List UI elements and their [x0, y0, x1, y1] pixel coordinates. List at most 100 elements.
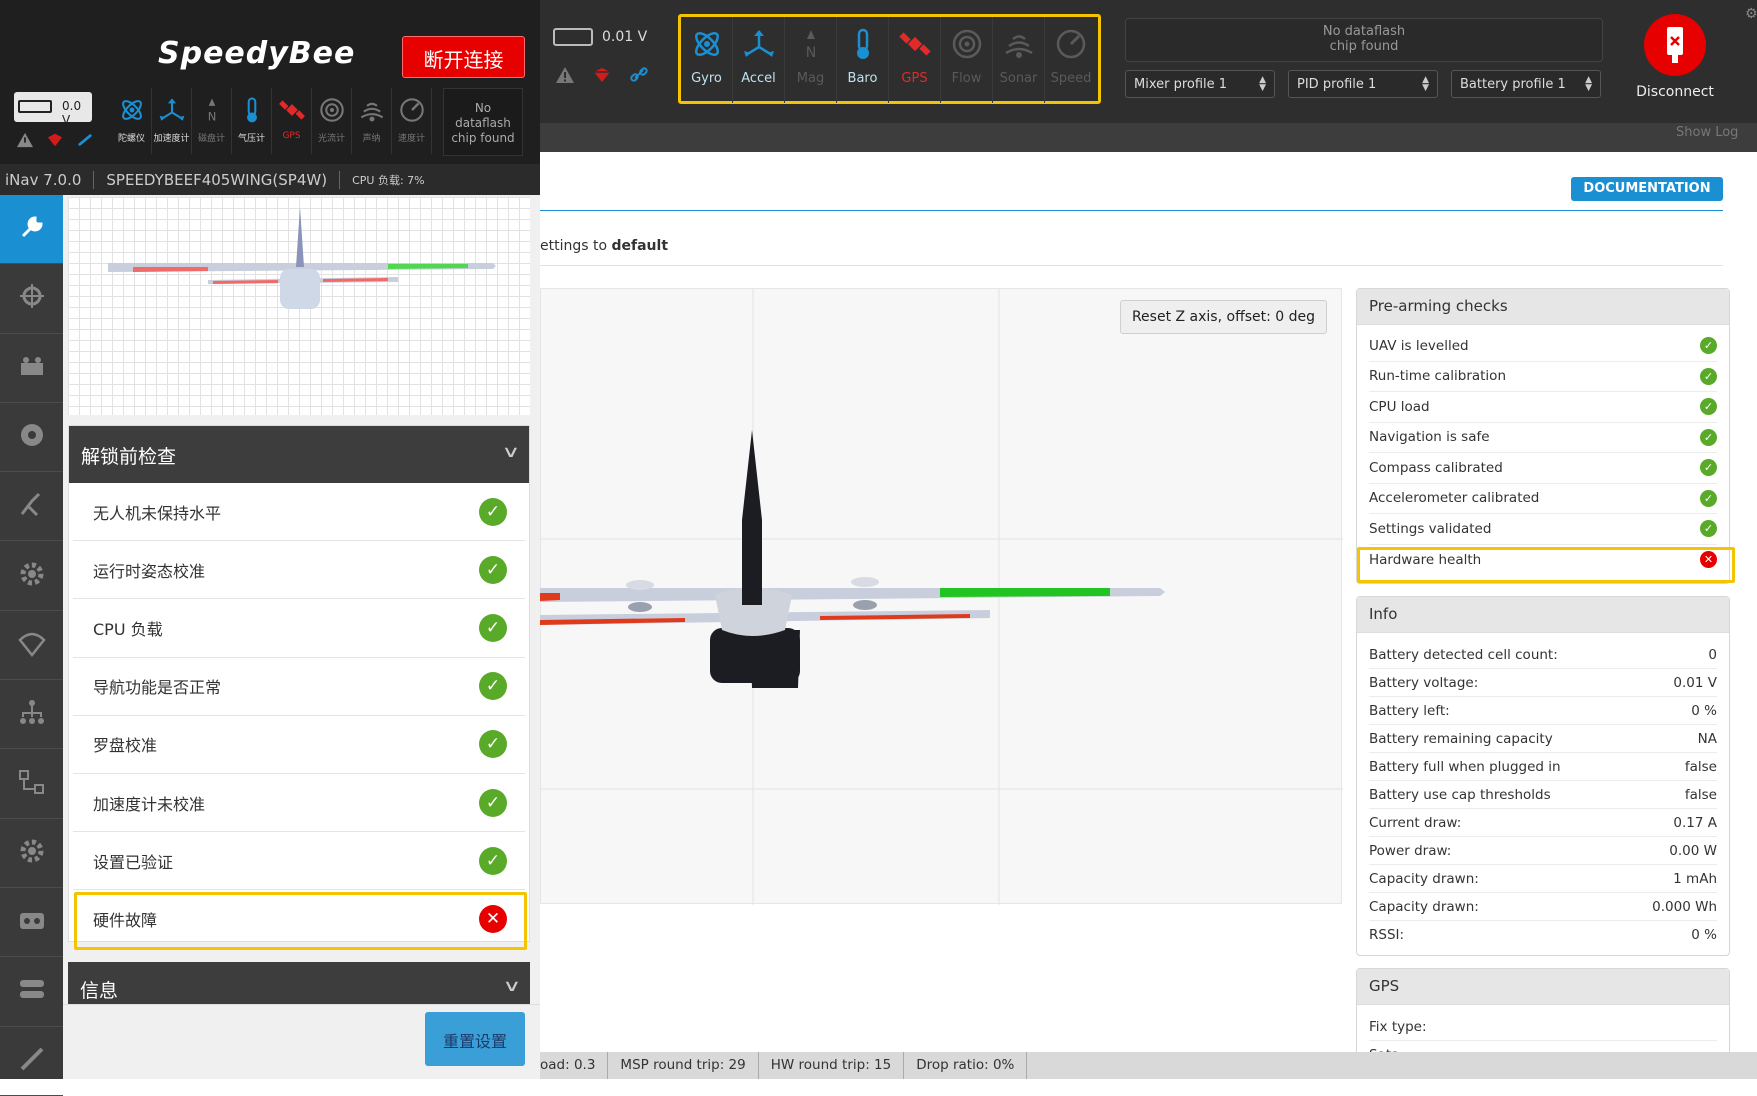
reset-z-axis-button[interactable]: Reset Z axis, offset: 0 deg — [1120, 300, 1327, 334]
prearm-check-label: Compass calibrated — [1369, 459, 1503, 476]
sidebar-item[interactable] — [0, 819, 63, 888]
outputs-icon — [17, 767, 47, 801]
sensor-sonar: Sonar — [993, 17, 1045, 103]
aircraft-model — [540, 430, 1165, 688]
cn-prearm-check-row: CPU 负载 ✓ — [73, 599, 525, 658]
info-row: Battery detected cell count: 0 — [1369, 641, 1717, 669]
info-label: Battery remaining capacity — [1369, 730, 1553, 747]
armed-status-icon — [47, 133, 63, 147]
check-ok-icon: ✓ — [1700, 520, 1717, 538]
check-ok-icon: ✓ — [479, 555, 507, 584]
cn-battery-voltage: 0.0 V — [62, 99, 82, 127]
chevron-down-icon: ∨ — [501, 442, 521, 461]
prearm-check-label: UAV is levelled — [1369, 337, 1469, 354]
cn-version-bar: iNav 7.0.0 SPEEDYBEEF405WING(SP4W) CPU 负… — [0, 164, 540, 195]
info-value: false — [1684, 786, 1717, 803]
cn-sensor-label: 速度计 — [397, 134, 425, 144]
info-value: 0 % — [1691, 927, 1717, 943]
cn-prearm-check-row: 罗盘校准 ✓ — [73, 716, 525, 774]
check-ok-icon: ✓ — [479, 672, 507, 701]
cn-sensor-5: 光流计 — [312, 88, 352, 154]
pid-profile-select[interactable]: PID profile 1 ▲ ▼ — [1288, 70, 1438, 98]
cn-board-name: SPEEDYBEEF405WING(SP4W) — [94, 170, 341, 189]
sidebar-item[interactable] — [0, 749, 63, 819]
documentation-button[interactable]: DOCUMENTATION — [1571, 177, 1723, 201]
sidebar-item[interactable] — [0, 403, 63, 473]
prearm-check-label: Run-time calibration — [1369, 368, 1506, 385]
show-log-link[interactable]: Show Log — [1676, 125, 1738, 140]
prearm-check-label: Accelerometer calibrated — [1369, 490, 1540, 507]
sidebar-item[interactable] — [0, 264, 63, 334]
info-value: 0.01 V — [1673, 674, 1717, 691]
disconnect-button[interactable]: Disconnect — [1630, 8, 1720, 103]
svg-text:N: N — [805, 45, 815, 61]
failsafe-icon — [17, 628, 47, 662]
info-value: NA — [1697, 730, 1717, 747]
select-arrows-icon: ▲ ▼ — [1259, 75, 1266, 93]
info-value: 0.17 A — [1673, 814, 1717, 831]
divider — [540, 265, 1723, 266]
cn-sensor-6: 声纳 — [352, 88, 392, 154]
speedybee-logo: SpeedyBee — [158, 36, 356, 71]
sidebar-item[interactable] — [0, 888, 63, 958]
cn-aircraft-model — [108, 207, 496, 309]
sensor-label: Gyro — [691, 71, 722, 86]
baro-icon — [238, 96, 266, 131]
cn-prearm-check-row: 导航功能是否正常 ✓ — [73, 658, 525, 716]
info-value: 1 mAh — [1673, 870, 1717, 887]
speed-icon — [398, 96, 426, 131]
hardware-health-highlight — [1357, 547, 1735, 583]
cn-info-header[interactable]: 信息 ∨ — [68, 962, 530, 1007]
cn-prearm-check-label: 无人机未保持水平 — [93, 503, 222, 523]
mixer-profile-select[interactable]: Mixer profile 1 ▲ ▼ — [1125, 70, 1275, 98]
sidebar-item[interactable] — [0, 680, 63, 750]
info-label: Battery left: — [1369, 702, 1450, 719]
sensor-flow: Flow — [941, 17, 993, 103]
info-value: 0.000 Wh — [1652, 898, 1717, 915]
mag-icon: N — [794, 27, 828, 71]
sensor-gyro: Gyro — [681, 17, 733, 103]
battery-profile-select[interactable]: Battery profile 1 ▲ ▼ — [1451, 70, 1601, 98]
sidebar-item[interactable] — [0, 472, 63, 542]
info-row: Battery left: 0 % — [1369, 697, 1717, 725]
ports-icon — [17, 281, 47, 315]
sidebar-item[interactable] — [0, 957, 63, 1027]
modes-icon — [17, 974, 47, 1008]
check-ok-icon: ✓ — [479, 497, 507, 526]
cn-prearming-header[interactable]: 解锁前检查 ∨ — [69, 426, 529, 483]
info-row: Current draw: 0.17 A — [1369, 809, 1717, 837]
mixer-profile-value: Mixer profile 1 — [1134, 76, 1228, 92]
battery-icon — [553, 28, 593, 46]
sidebar-item[interactable] — [0, 611, 63, 681]
check-ok-icon: ✓ — [479, 846, 507, 875]
cn-model-view — [68, 197, 530, 415]
sidebar-item[interactable] — [0, 334, 63, 403]
sensor-label: Accel — [741, 71, 776, 86]
dataflash-status: No dataflash chip found — [1125, 18, 1603, 62]
gps-icon — [278, 96, 306, 131]
check-ok-icon: ✓ — [1700, 489, 1717, 507]
accel-icon — [158, 96, 186, 131]
prearm-check-row: CPU load ✓ — [1369, 392, 1717, 423]
cn-reset-button[interactable]: 重置设置 — [425, 1012, 525, 1066]
cn-sensor-0: 陀螺仪 — [112, 88, 152, 154]
cn-disconnect-button[interactable]: 断开连接 — [402, 36, 525, 78]
svg-text:N: N — [207, 110, 216, 124]
sidebar-item[interactable] — [0, 541, 63, 611]
info-row: RSSI: 0 % — [1369, 921, 1717, 949]
settings-icon — [17, 559, 47, 593]
status-hw: HW round trip: 15 — [759, 1052, 905, 1079]
link-icon — [78, 134, 92, 146]
cn-dataflash-line2: dataflash — [455, 116, 511, 130]
status-load: oad: 0.3 — [540, 1052, 609, 1079]
gear-icon[interactable]: ⚙ — [1745, 6, 1757, 22]
sidebar-item[interactable] — [0, 195, 63, 265]
cn-prearming-panel: 解锁前检查 ∨ 无人机未保持水平 ✓ 运行时姿态校准 ✓ CPU 负载 ✓ 导航功能是否正常… — [68, 425, 530, 942]
cn-sensor-bar: 陀螺仪 加速度计 N 磁盘计 气压计 GPS 光流计 声纳 速度计 — [112, 88, 432, 154]
cn-sensor-label: 光流计 — [317, 134, 345, 144]
status-bar: oad: 0.3 MSP round trip: 29 HW round tri… — [540, 1052, 1757, 1079]
info-row: Battery voltage: 0.01 V — [1369, 669, 1717, 697]
sidebar-item[interactable] — [0, 1027, 63, 1096]
gyro-icon — [690, 27, 724, 71]
cn-sensor-label: GPS — [282, 131, 301, 141]
